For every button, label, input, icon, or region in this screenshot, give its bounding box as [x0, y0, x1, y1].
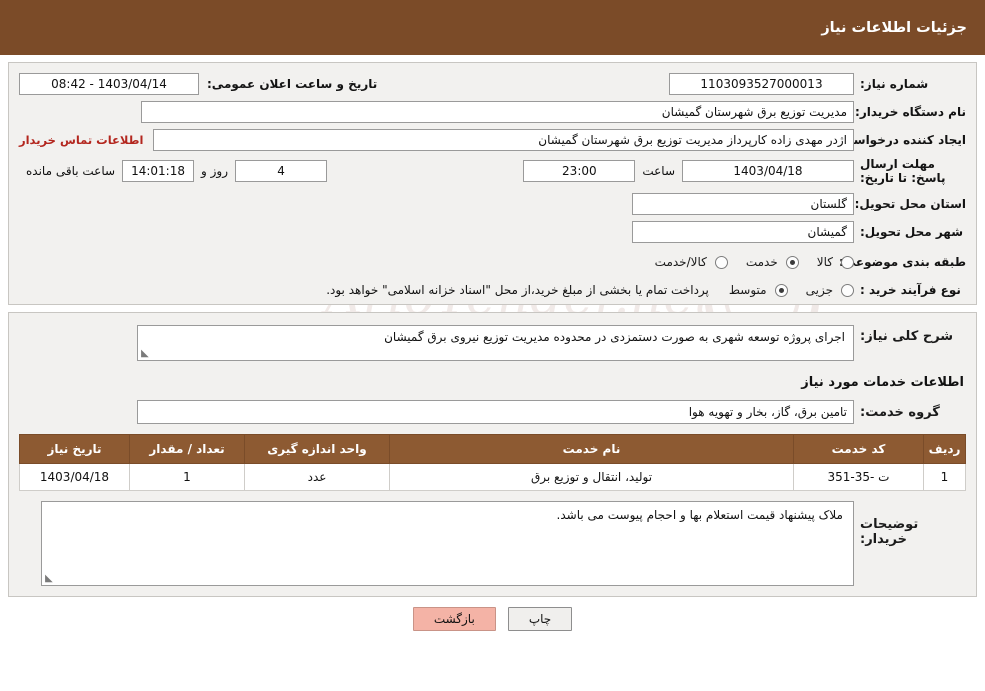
services-table: ردیف کد خدمت نام خدمت واحد اندازه گیری ت… — [19, 434, 966, 491]
back-button[interactable]: بازگشت — [412, 607, 496, 631]
deadline-time-value: 23:00 — [523, 160, 636, 182]
buyer-org-label: نام دستگاه خریدار: — [855, 105, 966, 119]
table-row: 1 ت -35-351 تولید، انتقال و توزیع برق عد… — [19, 463, 966, 491]
need-info-panel: شماره نیاز: 1103093527000013 تاریخ و ساع… — [8, 62, 977, 305]
services-section-title: اطلاعات خدمات مورد نیاز — [801, 375, 964, 390]
buyer-contact-link[interactable]: اطلاعات تماس خریدار — [19, 133, 153, 147]
page-title: جزئیات اطلاعات نیاز — [821, 19, 967, 36]
row-category: طبقه بندی موضوعی: کالا خدمت کالا/خدمت — [19, 251, 966, 273]
category-option-kala-label: کالا — [816, 255, 833, 269]
buyer-notes-textarea[interactable]: ملاک پیشنهاد قیمت استعلام بها و احجام پی… — [41, 501, 854, 586]
row-service-group: گروه خدمت: تامین برق، گاز، بخار و تهویه … — [19, 400, 966, 424]
th-quantity: تعداد / مقدار — [129, 434, 245, 464]
process-option-jozii-radio[interactable] — [841, 283, 854, 297]
print-button[interactable]: چاپ — [507, 607, 573, 631]
th-unit: واحد اندازه گیری — [244, 434, 390, 464]
category-option-khedmat-radio[interactable] — [785, 255, 799, 269]
th-radif: ردیف — [923, 434, 966, 464]
announce-date-value: 1403/04/14 - 08:42 — [19, 73, 199, 95]
service-group-label: گروه خدمت: — [860, 404, 940, 420]
category-option-khedmat-label: خدمت — [745, 255, 778, 269]
process-note: پرداخت تمام یا بخشی از مبلغ خرید،از محل … — [326, 283, 709, 297]
need-number-value: 1103093527000013 — [669, 73, 854, 95]
cell-service-code: ت -35-351 — [793, 463, 924, 491]
category-label: طبقه بندی موضوعی: — [838, 255, 966, 269]
countdown-value: 14:01:18 — [122, 160, 195, 182]
cell-service-name: تولید، انتقال و توزیع برق — [389, 463, 794, 491]
row-buyer-org: نام دستگاه خریدار: مدیریت توزیع برق شهرس… — [19, 101, 966, 123]
requester-label: ایجاد کننده درخواست: — [836, 133, 966, 147]
remaining-word-label: ساعت باقی مانده — [26, 164, 116, 178]
cell-unit: عدد — [244, 463, 390, 491]
row-summary: شرح کلی نیاز: اجرای پروژه توسعه شهری به … — [19, 325, 966, 361]
process-radio-group[interactable]: جزیی متوسط — [715, 283, 854, 297]
need-number-label: شماره نیاز: — [860, 77, 929, 91]
cell-radif: 1 — [923, 463, 966, 491]
hour-label: ساعت — [642, 164, 675, 178]
action-buttons: چاپ بازگشت — [0, 607, 985, 631]
summary-label: شرح کلی نیاز: — [860, 329, 954, 344]
table-header-row: ردیف کد خدمت نام خدمت واحد اندازه گیری ت… — [19, 434, 966, 464]
summary-value: اجرای پروژه توسعه شهری به صورت دستمزدی د… — [384, 330, 845, 344]
row-process-type: نوع فرآیند خرید : جزیی متوسط پرداخت تمام… — [19, 279, 966, 301]
deadline-label: مهلت ارسال پاسخ: تا تاریخ: — [860, 157, 946, 185]
buyer-org-value: مدیریت توزیع برق شهرستان گمیشان — [141, 101, 854, 123]
province-label: استان محل تحویل: — [854, 197, 966, 211]
days-word-label: روز و — [201, 164, 229, 178]
category-option-kala-radio[interactable] — [841, 255, 854, 269]
service-group-value: تامین برق، گاز، بخار و تهویه هوا — [137, 400, 854, 424]
row-province: استان محل تحویل: گلستان — [19, 193, 966, 215]
city-value: گمیشان — [632, 221, 854, 243]
row-buyer-notes: توضیحات خریدار: ملاک پیشنهاد قیمت استعلا… — [19, 501, 966, 586]
need-details-panel: شرح کلی نیاز: اجرای پروژه توسعه شهری به … — [8, 312, 977, 597]
cell-need-date: 1403/04/18 — [19, 463, 130, 491]
row-requester: ایجاد کننده درخواست: اژدر مهدی زاده کارپ… — [19, 129, 966, 151]
page-header: جزئیات اطلاعات نیاز — [0, 0, 985, 55]
resize-grip-icon-2[interactable]: ◢ — [45, 573, 55, 584]
row-need-number: شماره نیاز: 1103093527000013 تاریخ و ساع… — [19, 73, 966, 95]
deadline-date-value: 1403/04/18 — [682, 160, 854, 182]
row-deadline: مهلت ارسال پاسخ: تا تاریخ: 1403/04/18 سا… — [19, 157, 966, 185]
process-label: نوع فرآیند خرید : — [860, 283, 961, 297]
row-city: شهر محل تحویل: گمیشان — [19, 221, 966, 243]
th-service-name: نام خدمت — [389, 434, 794, 464]
days-remaining-value: 4 — [235, 160, 328, 182]
city-label: شهر محل تحویل: — [860, 225, 964, 239]
process-option-motavaset-radio[interactable] — [774, 283, 788, 297]
category-option-kala-khedmat-label: کالا/خدمت — [654, 255, 707, 269]
category-radio-group[interactable]: کالا خدمت کالا/خدمت — [641, 255, 854, 269]
process-option-jozii-label: جزیی — [805, 283, 833, 297]
buyer-notes-value: ملاک پیشنهاد قیمت استعلام بها و احجام پی… — [556, 508, 843, 522]
category-option-kala-khedmat-radio[interactable] — [714, 255, 728, 269]
resize-grip-icon[interactable]: ◢ — [141, 348, 151, 359]
cell-quantity: 1 — [129, 463, 245, 491]
province-value: گلستان — [632, 193, 854, 215]
announce-date-label: تاریخ و ساعت اعلان عمومی: — [207, 77, 378, 91]
process-option-motavaset-label: متوسط — [728, 283, 767, 297]
buyer-notes-label: توضیحات خریدار: — [860, 517, 919, 547]
requester-value: اژدر مهدی زاده کارپرداز مدیریت توزیع برق… — [153, 129, 854, 151]
summary-textarea[interactable]: اجرای پروژه توسعه شهری به صورت دستمزدی د… — [137, 325, 854, 361]
th-service-code: کد خدمت — [793, 434, 924, 464]
th-need-date: تاریخ نیاز — [19, 434, 130, 464]
